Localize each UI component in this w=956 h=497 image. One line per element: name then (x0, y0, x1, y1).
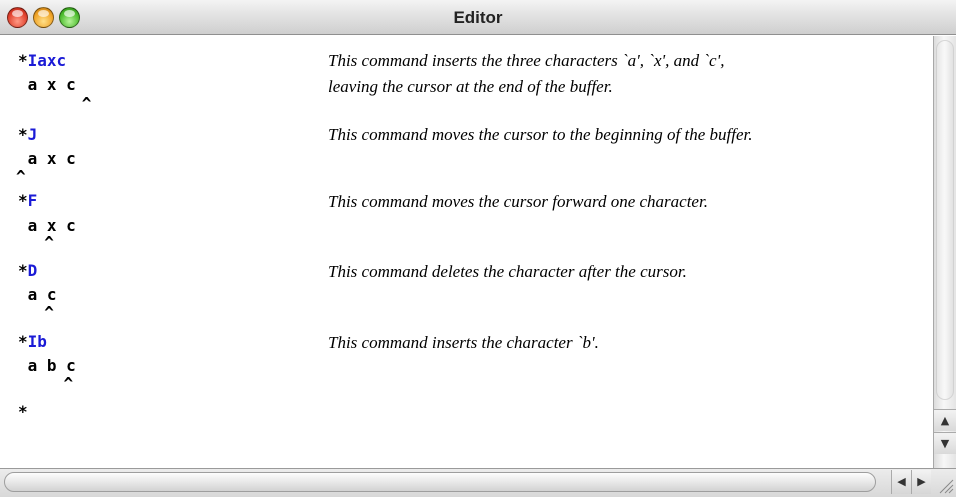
command-line: *J (18, 125, 37, 145)
prompt: * (18, 51, 28, 70)
buffer-line: a b c (18, 356, 76, 375)
arrow-up-icon[interactable]: ▲ (934, 409, 956, 431)
arrow-right-icon[interactable]: ▶ (911, 470, 931, 494)
prompt: * (18, 125, 28, 144)
cursor-marker: ^ (24, 94, 92, 113)
command-text: J (27, 125, 38, 144)
prompt: * (18, 332, 28, 351)
command-line: *Iaxc (18, 51, 66, 71)
title-bar[interactable]: Editor (0, 0, 956, 35)
resize-grip-icon[interactable] (934, 474, 954, 494)
command-line: *Ib (18, 332, 47, 352)
prompt: * (18, 261, 28, 280)
description: This command moves the cursor to the beg… (328, 125, 753, 144)
cursor-marker: ^ (16, 167, 26, 186)
description: This command inserts the character `b'. (328, 333, 599, 352)
cursor-marker: ^ (25, 303, 54, 322)
description: This command inserts the three character… (328, 51, 725, 70)
buffer-line: a c (18, 285, 57, 304)
buffer-line: a x c (18, 75, 76, 94)
prompt: * (18, 191, 28, 210)
input-prompt[interactable]: * (18, 402, 28, 422)
arrow-down-icon[interactable]: ▼ (934, 432, 956, 454)
editor-content[interactable]: *Iaxc a x c ^ This command inserts the t… (0, 36, 933, 468)
command-text: D (27, 261, 38, 280)
command-text: Iaxc (27, 51, 67, 70)
cursor-marker: ^ (25, 374, 74, 393)
vertical-scroll-track[interactable] (936, 40, 954, 400)
description-continued: leaving the cursor at the end of the buf… (328, 77, 613, 96)
description: This command moves the cursor forward on… (328, 192, 708, 211)
window-title: Editor (453, 8, 503, 27)
command-text: F (27, 191, 38, 210)
arrow-left-icon[interactable]: ◀ (891, 470, 911, 494)
horizontal-scroll-thumb[interactable] (4, 472, 876, 492)
cursor-marker: ^ (25, 233, 54, 252)
command-line: *F (18, 191, 37, 211)
buffer-line: a x c (18, 149, 76, 168)
command-line: *D (18, 261, 37, 281)
editor-window: Editor *Iaxc a x c ^ This command insert… (0, 0, 956, 497)
command-text: Ib (27, 332, 47, 351)
description: This command deletes the character after… (328, 262, 687, 281)
